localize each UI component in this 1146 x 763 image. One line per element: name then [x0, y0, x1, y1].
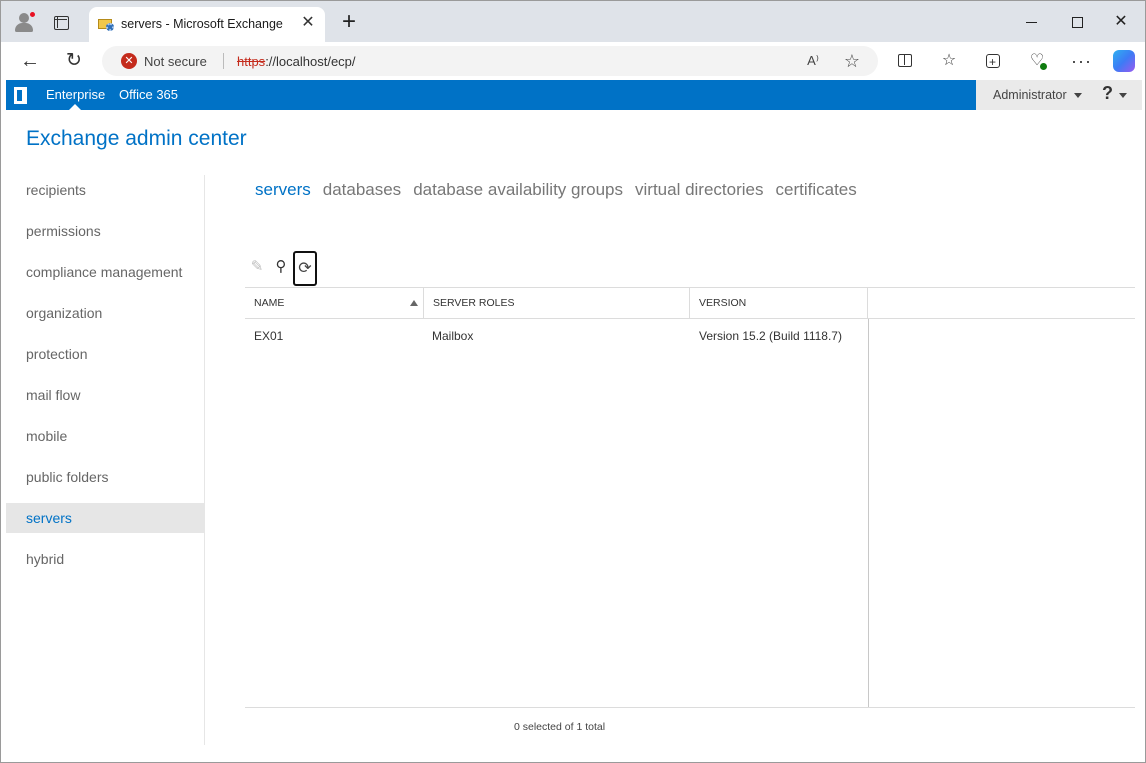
column-header-server-roles[interactable]: SERVER ROLES: [424, 288, 690, 319]
copilot-icon[interactable]: [1113, 50, 1135, 72]
sort-ascending-icon[interactable]: [410, 300, 418, 306]
address-bar[interactable]: ✕ Not secure https://localhost/ecp/ A⁾ ☆: [102, 46, 878, 76]
security-label[interactable]: Not secure: [144, 54, 207, 69]
browser-essentials-icon[interactable]: ♡: [1027, 51, 1048, 71]
minimize-button[interactable]: [1022, 12, 1042, 32]
url-protocol: https: [237, 54, 266, 69]
title-bar: servers - Microsoft Exchange ✕ + ✕: [1, 1, 1145, 42]
address-separator: [223, 53, 224, 69]
star-icon[interactable]: ☆: [843, 52, 861, 70]
nav-item-compliance-management[interactable]: compliance management: [6, 257, 204, 287]
collections-icon[interactable]: [983, 51, 1003, 72]
sub-tabs: servers databases database availability gr…: [255, 180, 869, 200]
browser-toolbar: ← ↻ ✕ Not secure https://localhost/ecp/ …: [1, 42, 1145, 80]
more-icon[interactable]: ···: [1071, 51, 1091, 71]
reload-button[interactable]: ↻: [63, 50, 85, 72]
enterprise-link[interactable]: Enterprise: [46, 87, 105, 102]
suite-bar: Enterprise Office 365 Administrator ?: [6, 80, 1142, 110]
nav-item-permissions[interactable]: permissions: [6, 216, 204, 246]
read-aloud-icon[interactable]: A⁾: [804, 52, 822, 70]
chevron-down-icon[interactable]: [1074, 93, 1082, 98]
tab-servers[interactable]: servers: [255, 180, 311, 200]
tab-virtual-directories[interactable]: virtual directories: [635, 180, 764, 200]
tab-actions-icon[interactable]: [54, 16, 69, 30]
back-button[interactable]: ←: [19, 50, 41, 72]
search-icon[interactable]: ⚲: [270, 256, 292, 278]
tab-database-availability-groups[interactable]: database availability groups: [413, 180, 623, 200]
nav-item-protection[interactable]: protection: [6, 339, 204, 369]
nav-item-mail-flow[interactable]: mail flow: [6, 380, 204, 410]
close-window-button[interactable]: ✕: [1111, 12, 1131, 32]
column-header-version[interactable]: VERSION: [690, 288, 868, 319]
tab-title: servers - Microsoft Exchange: [121, 17, 283, 31]
selection-status: 0 selected of 1 total: [514, 721, 606, 733]
nav-item-mobile[interactable]: mobile: [6, 421, 204, 451]
grid-header: NAME SERVER ROLES VERSION: [245, 287, 1135, 319]
tab-databases[interactable]: databases: [323, 180, 401, 200]
nav-item-public-folders[interactable]: public folders: [6, 462, 204, 492]
nav-item-servers[interactable]: servers: [6, 503, 204, 533]
help-chevron-down-icon[interactable]: [1119, 93, 1127, 98]
url-text[interactable]: https://localhost/ecp/: [237, 54, 356, 69]
column-header-name[interactable]: NAME: [245, 288, 424, 319]
not-secure-icon[interactable]: ✕: [121, 53, 137, 69]
office365-link[interactable]: Office 365: [119, 87, 178, 102]
office-logo-icon[interactable]: [14, 87, 29, 104]
user-menu[interactable]: Administrator: [993, 88, 1067, 102]
grid-footer: 0 selected of 1 total: [245, 707, 1135, 741]
maximize-button[interactable]: [1067, 12, 1087, 32]
favorites-icon[interactable]: ☆: [939, 51, 959, 71]
cell-name: EX01: [254, 329, 284, 343]
cell-version: Version 15.2 (Build 1118.7): [699, 329, 842, 343]
help-button[interactable]: ?: [1102, 83, 1113, 104]
edit-pencil-icon[interactable]: ✎: [246, 256, 268, 278]
browser-tab[interactable]: servers - Microsoft Exchange ✕: [89, 7, 325, 42]
user-area: Administrator ?: [976, 80, 1142, 110]
new-tab-button[interactable]: +: [338, 10, 360, 34]
refresh-icon[interactable]: ⟳: [293, 251, 317, 286]
selected-indicator-icon: [69, 104, 81, 110]
split-screen-icon[interactable]: [895, 51, 915, 71]
grid-toolbar: ✎ ⚲ ⟳: [245, 251, 445, 287]
nav-item-hybrid[interactable]: hybrid: [6, 544, 204, 574]
page-title: Exchange admin center: [26, 127, 247, 150]
nav-item-organization[interactable]: organization: [6, 298, 204, 328]
nav-item-recipients[interactable]: recipients: [6, 175, 204, 205]
nav-divider: [204, 175, 205, 745]
close-tab-icon[interactable]: ✕: [298, 13, 318, 33]
tab-certificates[interactable]: certificates: [776, 180, 857, 200]
browser-window: servers - Microsoft Exchange ✕ + ✕ ← ↻ ✕…: [0, 0, 1146, 763]
url-path: ://localhost/ecp/: [265, 54, 356, 69]
profile-icon[interactable]: [13, 11, 36, 33]
cell-server-roles: Mailbox: [432, 329, 474, 343]
servers-grid: NAME SERVER ROLES VERSION EX01 Mailbox V…: [245, 287, 1135, 708]
exchange-favicon-icon: [98, 17, 114, 31]
details-pane-divider: [868, 319, 869, 708]
